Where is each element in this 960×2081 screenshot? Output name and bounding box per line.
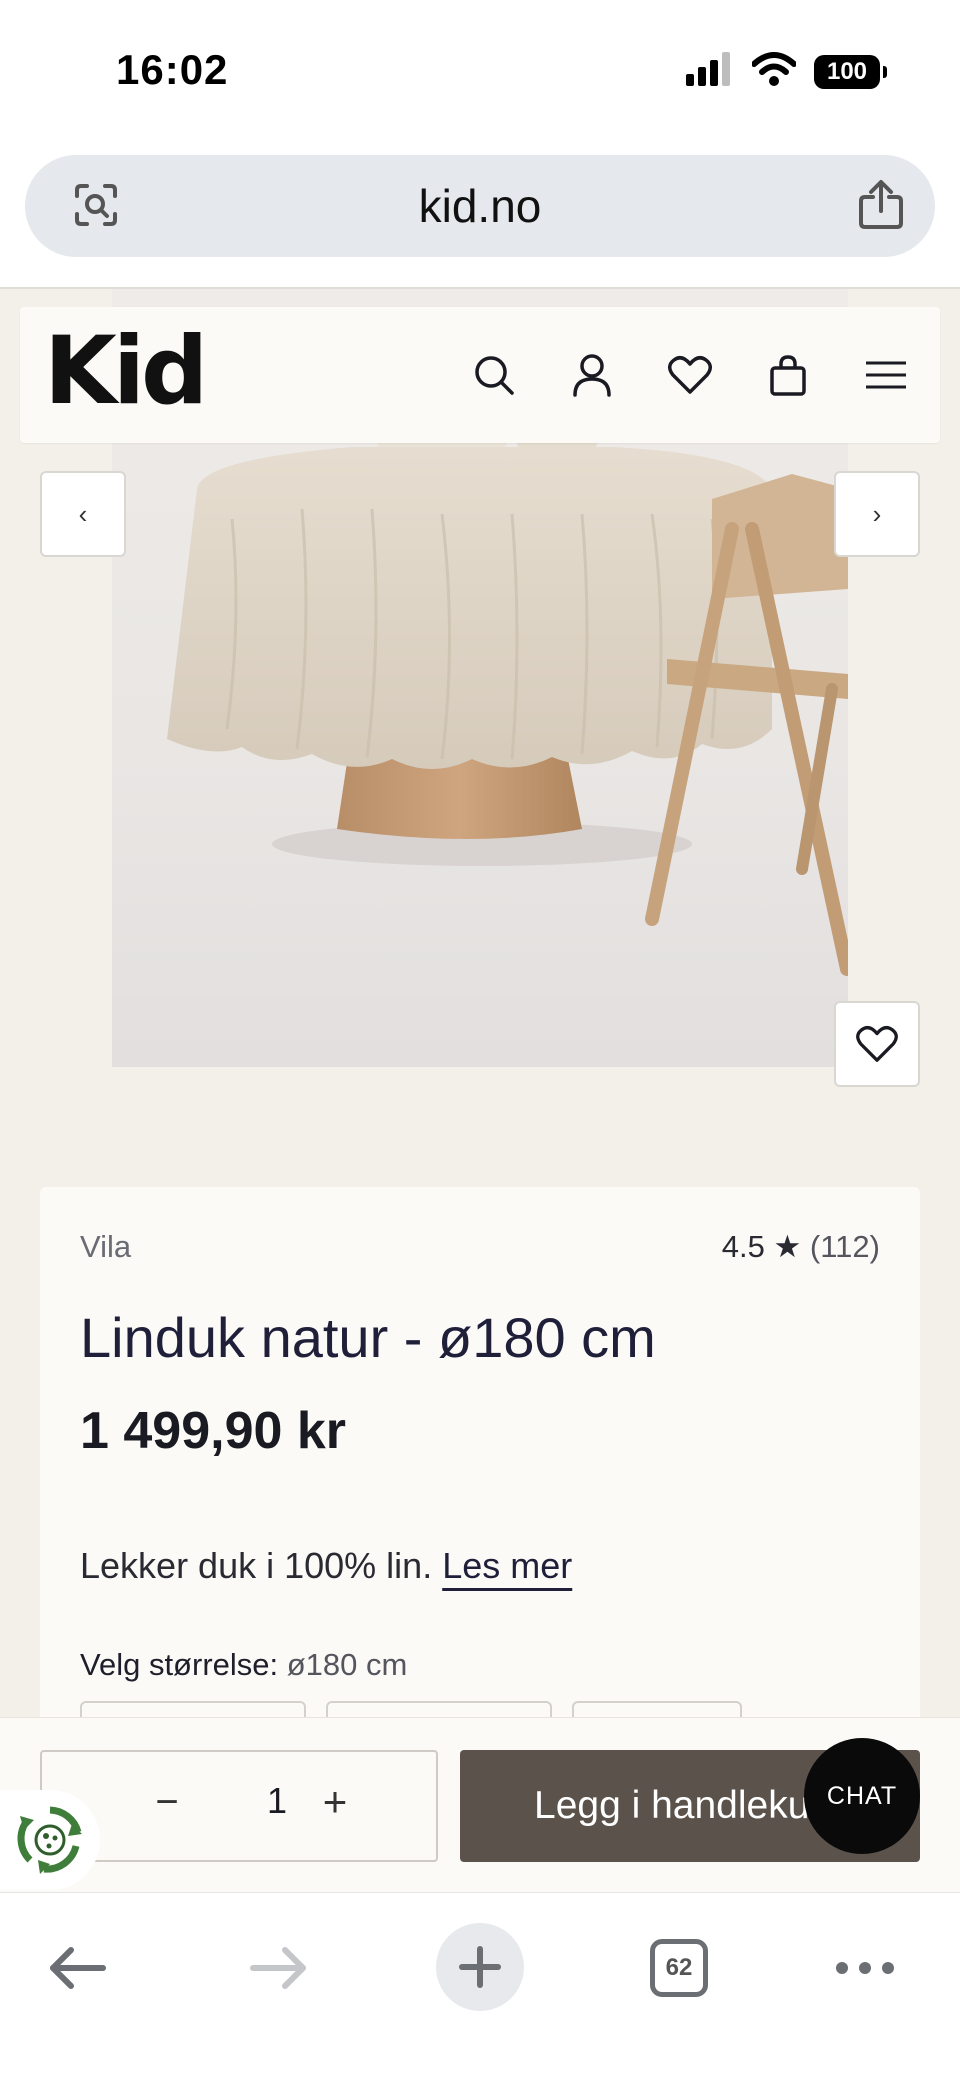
site-logo[interactable]: Kid — [44, 317, 208, 426]
size-selected-value: ø180 cm — [286, 1647, 408, 1682]
description-text: Lekker duk i 100% lin. — [80, 1545, 433, 1586]
tabs-button[interactable]: 62 — [648, 1923, 710, 2013]
site-header: Kid — [20, 307, 940, 443]
gallery-prev-button[interactable]: ‹ — [40, 471, 126, 557]
quantity-value[interactable]: 1 — [252, 1780, 302, 1822]
shopping-bag-icon[interactable] — [762, 349, 814, 401]
share-icon[interactable] — [857, 179, 905, 236]
read-more-link[interactable]: Les mer — [442, 1545, 572, 1586]
product-rating[interactable]: 4.5 ★ (112) — [722, 1229, 880, 1265]
rating-value: 4.5 ★ — [721, 1229, 802, 1264]
product-brand[interactable]: Vila — [80, 1229, 131, 1265]
purchase-bar: − 1 + Legg i handlekurv CHAT — [0, 1717, 960, 1892]
size-selector-label: Velg størrelse: ø180 cm — [80, 1647, 407, 1683]
status-icons: 100 — [686, 52, 887, 91]
quantity-decrease-button[interactable]: − — [142, 1780, 192, 1825]
product-price: 1 499,90 kr — [80, 1402, 347, 1460]
tab-count-badge: 62 — [650, 1939, 708, 1997]
url-text: kid.no — [418, 180, 542, 232]
header-icons — [468, 349, 912, 401]
size-label-text: Velg størrelse: — [80, 1647, 279, 1682]
wishlist-heart-icon[interactable] — [664, 349, 716, 401]
chat-button[interactable]: CHAT — [804, 1738, 920, 1854]
gallery-next-button[interactable]: › — [834, 471, 920, 557]
more-dots-icon — [836, 1962, 894, 1974]
arrow-left-icon — [50, 1947, 106, 1989]
address-bar[interactable]: kid.no — [25, 155, 935, 257]
search-icon[interactable] — [468, 349, 520, 401]
wifi-icon — [751, 52, 797, 91]
recycle-icon — [17, 1806, 82, 1874]
quantity-increase-button[interactable]: + — [310, 1778, 360, 1826]
plus-icon — [459, 1946, 501, 1988]
status-time: 16:02 — [116, 46, 229, 93]
account-icon[interactable] — [566, 349, 618, 401]
eco-badge[interactable] — [0, 1790, 100, 1890]
cellular-signal-icon — [686, 52, 734, 91]
heart-icon — [856, 1025, 898, 1062]
page-content: Kid ‹ › Vila 4.5 ★ (112) Linduk natur - … — [0, 287, 960, 1892]
product-title: Linduk natur - ø180 cm — [80, 1306, 656, 1369]
rating-count: (112) — [809, 1229, 880, 1264]
browser-back-button[interactable] — [42, 1923, 112, 2013]
new-tab-button[interactable] — [436, 1923, 524, 2011]
status-bar: 16:02 100 — [0, 0, 960, 140]
arrow-right-icon — [250, 1947, 306, 1989]
chevron-left-icon: ‹ — [78, 498, 88, 529]
browser-toolbar: 62 — [0, 1892, 960, 2081]
battery-indicator: 100 — [814, 54, 887, 89]
chevron-right-icon: › — [872, 498, 882, 529]
menu-icon[interactable] — [860, 349, 912, 401]
more-options-button[interactable] — [830, 1923, 900, 2013]
browser-forward-button[interactable] — [244, 1923, 314, 2013]
add-to-wishlist-button[interactable] — [834, 1001, 920, 1087]
product-description: Lekker duk i 100% lin. Les mer — [80, 1545, 572, 1587]
